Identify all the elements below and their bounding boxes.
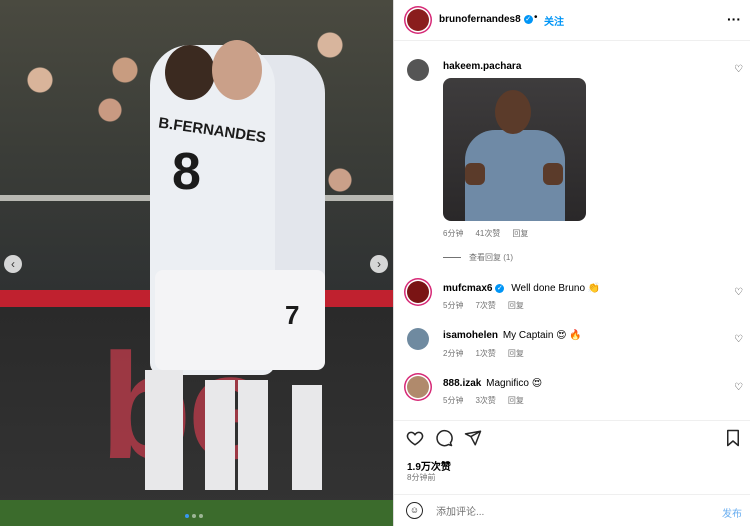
comment-username[interactable]: mufcmax6	[443, 283, 492, 294]
player-left-head	[165, 45, 215, 100]
post-timestamp: 8分钟前	[407, 473, 436, 482]
comment-username[interactable]: hakeem.pachara	[443, 61, 521, 72]
player-leg	[238, 380, 268, 490]
comment-reply-button[interactable]: 回复	[508, 300, 524, 311]
comment-avatar[interactable]	[407, 281, 429, 303]
comment-text: Well done Bruno 👏	[511, 283, 601, 294]
comment-text: My Captain 😍 🔥	[502, 330, 582, 341]
post-header: brunofernandes8 ✓ • 关注 ···	[394, 0, 750, 41]
player-shorts	[155, 270, 325, 370]
carousel-dot	[199, 514, 203, 518]
view-replies-line	[443, 257, 461, 258]
thumbs-up-right	[543, 163, 563, 185]
comment-reply-button[interactable]: 回复	[512, 228, 528, 239]
comment-likes-count[interactable]: 1次赞	[475, 348, 495, 359]
player-leg	[292, 385, 322, 490]
heart-icon	[406, 431, 424, 446]
comment-icon	[436, 429, 453, 447]
comment-like-heart-icon[interactable]: ♡	[734, 382, 743, 393]
chevron-left-icon: ‹	[11, 257, 15, 271]
comment-likes-count[interactable]: 41次赞	[475, 228, 500, 239]
pitch	[0, 500, 393, 526]
more-horizontal-icon: ···	[727, 11, 741, 27]
comment-avatar[interactable]	[407, 328, 429, 350]
comment-line: mufcmax6 ✓ Well done Bruno 👏	[443, 283, 600, 294]
comment-likes-count[interactable]: 7次赞	[475, 300, 495, 311]
comment-username[interactable]: isamohelen	[443, 330, 498, 341]
comment-username[interactable]: 888.izak	[443, 378, 481, 389]
thumbs-up-left	[465, 163, 485, 185]
comment-meta: 5分钟 3次赞 回复	[443, 395, 524, 406]
emoji-icon: ☺	[409, 505, 420, 515]
comment-time: 2分钟	[443, 349, 464, 358]
comment-button[interactable]	[435, 429, 453, 452]
comment-reply-button[interactable]: 回复	[508, 395, 524, 406]
post-photo: be B.FERNANDES 8 7 ‹ ›	[0, 0, 393, 526]
comment-meta: 2分钟 1次赞 回复	[443, 348, 524, 359]
add-comment-bar: ☺ 发布	[394, 494, 750, 527]
comment-avatar[interactable]	[407, 376, 429, 398]
comment-text: Magnifico 😍	[486, 378, 543, 389]
share-button[interactable]	[464, 429, 482, 452]
comment-like-heart-icon[interactable]: ♡	[734, 64, 743, 75]
comment-time: 5分钟	[443, 396, 464, 405]
instagram-post-modal: be B.FERNANDES 8 7 ‹ › brunofernandes8 ✓…	[0, 0, 750, 526]
comment-avatar[interactable]	[407, 59, 429, 81]
comment-image[interactable]	[443, 78, 586, 221]
post-actions-bar	[394, 420, 750, 491]
carousel-next-button[interactable]: ›	[370, 255, 388, 273]
comment-like-heart-icon[interactable]: ♡	[734, 287, 743, 298]
comment-line: 888.izak Magnifico 😍	[443, 378, 542, 389]
comment-reply-button[interactable]: 回复	[508, 348, 524, 359]
comment-meta: 6分钟 41次赞 回复	[443, 228, 528, 239]
more-options-button[interactable]: ···	[727, 11, 741, 27]
like-button[interactable]	[406, 429, 424, 452]
save-button[interactable]	[725, 429, 741, 452]
carousel-dot	[192, 514, 196, 518]
chevron-right-icon: ›	[377, 257, 381, 271]
person-face	[495, 90, 531, 134]
player-leg	[205, 380, 235, 490]
bookmark-icon	[727, 429, 739, 447]
verified-badge-icon: ✓	[495, 283, 505, 293]
carousel-prev-button[interactable]: ‹	[4, 255, 22, 273]
carousel-indicator	[185, 514, 203, 518]
author-username-wrap[interactable]: brunofernandes8 ✓	[439, 14, 533, 25]
comment-time: 6分钟	[443, 229, 464, 238]
emoji-button[interactable]: ☺	[406, 502, 423, 519]
post-side-panel: brunofernandes8 ✓ • 关注 ··· hakeem.pachara…	[393, 0, 750, 526]
view-replies-button[interactable]: 查看回复 (1)	[443, 252, 513, 263]
comment-likes-count[interactable]: 3次赞	[475, 395, 495, 406]
carousel-dot-active	[185, 514, 189, 518]
follow-button[interactable]: 关注	[544, 13, 564, 28]
player-right-head	[212, 40, 262, 100]
send-icon	[464, 430, 482, 446]
player-leg	[145, 370, 183, 490]
verified-badge-icon: ✓	[523, 14, 533, 24]
comment-line: isamohelen My Captain 😍 🔥	[443, 330, 582, 341]
comment-meta: 5分钟 7次赞 回复	[443, 300, 524, 311]
shorts-number: 7	[285, 300, 300, 330]
header-separator: •	[534, 12, 538, 23]
comment-like-heart-icon[interactable]: ♡	[734, 334, 743, 345]
comment-time: 5分钟	[443, 301, 464, 310]
author-avatar[interactable]	[407, 9, 429, 31]
post-likes-count[interactable]: 1.9万次赞	[407, 458, 451, 473]
author-username[interactable]: brunofernandes8	[439, 14, 521, 25]
post-comment-button[interactable]: 发布	[722, 505, 742, 520]
view-replies-label[interactable]: 查看回复 (1)	[469, 252, 513, 263]
comment-input[interactable]	[434, 502, 698, 522]
shirt-number: 8	[172, 143, 201, 201]
